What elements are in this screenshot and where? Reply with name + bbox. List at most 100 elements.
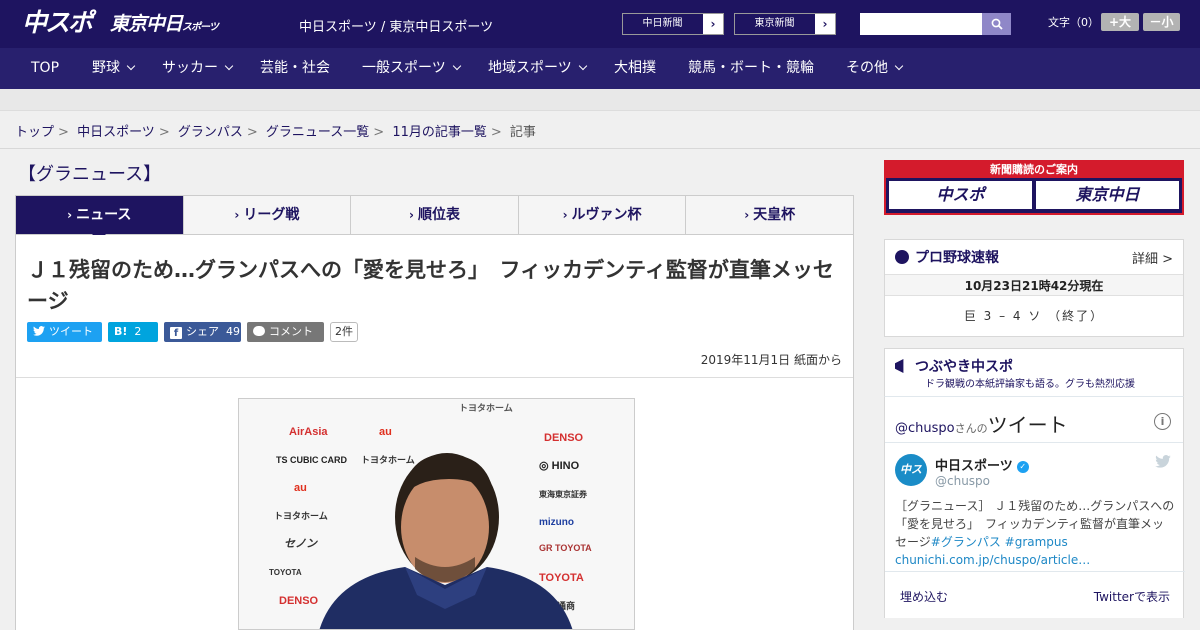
comment-count[interactable]: 2件: [330, 322, 358, 342]
subscription-logos: 中スポ 東京中日: [886, 178, 1182, 212]
subscription-banner-title: 新聞購読のご案内: [886, 162, 1182, 178]
comment-label: コメント: [269, 325, 313, 338]
nav-sub-strip: [0, 89, 1200, 111]
chunichi-shimbun-button[interactable]: 中日新聞 ›: [622, 13, 724, 35]
press-conference-photo: AirAsia au トヨタホーム DENSO ◎ HINO TS CUBIC …: [239, 399, 634, 629]
svg-text:au: au: [294, 482, 307, 494]
nav-item-sumo[interactable]: 大相撲: [614, 48, 656, 89]
tokyo-chunichi-logo[interactable]: 東京中日スポーツ: [110, 9, 219, 39]
nav-item-local-sports[interactable]: 地域スポーツ: [488, 48, 587, 89]
breadcrumb-current: 記事: [509, 125, 536, 140]
tab-emperors-cup[interactable]: › 天皇杯: [686, 196, 853, 234]
tweet-hashtag-grampus[interactable]: #grampus: [1005, 535, 1068, 549]
svg-text:mizuno: mizuno: [539, 517, 574, 528]
font-smaller-button[interactable]: －小: [1143, 13, 1180, 31]
breadcrumb-divider: [0, 148, 1200, 149]
chevron-down-icon: [126, 61, 136, 71]
share-count: 49: [226, 325, 240, 338]
subscription-banner[interactable]: 新聞購読のご案内 中スポ 東京中日: [884, 160, 1184, 215]
nav-item-baseball[interactable]: 野球: [92, 48, 136, 89]
breadcrumb-top[interactable]: トップ: [15, 125, 54, 140]
nav-item-soccer[interactable]: サッカー: [162, 48, 234, 89]
tab-standings[interactable]: › 順位表: [351, 196, 519, 234]
search-button[interactable]: [982, 13, 1011, 35]
verified-badge-icon: ✓: [1016, 460, 1029, 473]
chevron-right-icon: ›: [409, 208, 414, 222]
breadcrumb-grampus[interactable]: グランパス: [178, 125, 243, 140]
article-dateline: 2019年11月1日 紙面から: [700, 353, 842, 367]
chuspo-subscribe-logo[interactable]: 中スポ: [889, 181, 1032, 209]
chevron-down-icon: [224, 61, 234, 71]
nav-item-entertainment[interactable]: 芸能・社会: [260, 48, 330, 89]
twitter-bird-icon[interactable]: [1155, 455, 1171, 468]
breadcrumb-gra-news-list[interactable]: グラニュース一覧: [266, 125, 369, 140]
chevron-down-icon: [894, 61, 904, 71]
baseball-panel-header: プロ野球速報 詳細 >: [885, 240, 1183, 274]
info-icon[interactable]: i: [1154, 413, 1171, 430]
svg-text:AirAsia: AirAsia: [289, 426, 328, 438]
nav-item-label: 一般スポーツ: [362, 60, 446, 76]
font-size-label: 文字（0）: [1048, 16, 1099, 29]
breadcrumb: トップ > 中日スポーツ > グランパス > グラニュース一覧 > 11月の記事一覧 > …: [15, 121, 536, 140]
article-photo[interactable]: AirAsia au トヨタホーム DENSO ◎ HINO TS CUBIC …: [238, 398, 635, 630]
breadcrumb-separator: >: [246, 125, 258, 140]
view-on-twitter-link[interactable]: Twitterで表示: [1094, 588, 1170, 605]
twitter-header-handle[interactable]: @chuspo: [895, 421, 955, 436]
breadcrumb-november-list[interactable]: 11月の記事一覧: [392, 125, 487, 140]
nav-item-general-sports[interactable]: 一般スポーツ: [362, 48, 461, 89]
svg-text:◎ HINO: ◎ HINO: [539, 460, 580, 472]
tokyo-shimbun-button[interactable]: 東京新聞 ›: [734, 13, 836, 35]
baseball-detail-link[interactable]: 詳細 >: [1132, 248, 1173, 267]
baseball-score-panel: プロ野球速報 詳細 > 10月23日21時42分現在 巨 3 – 4 ソ （終了…: [884, 239, 1184, 337]
tab-label: リーグ戦: [243, 207, 300, 223]
tsubuyaki-header: つぶやき中スポ: [885, 349, 1183, 375]
embed-link[interactable]: 埋め込む: [900, 588, 948, 605]
breadcrumb-separator: >: [373, 125, 385, 140]
share-label: シェア: [186, 325, 219, 338]
font-larger-button[interactable]: +大: [1101, 13, 1139, 31]
tokyo-chunichi-subscribe-logo[interactable]: 東京中日: [1036, 181, 1179, 209]
nav-item-top[interactable]: TOP: [31, 48, 59, 89]
twitter-header-suffix: さんの: [954, 422, 988, 435]
facebook-share-button[interactable]: f シェア 49: [164, 322, 241, 342]
score-row[interactable]: 巨 3 – 4 ソ （終了）: [885, 296, 1183, 336]
site-title[interactable]: 中日スポーツ / 東京中日スポーツ: [299, 16, 493, 35]
tweet-button[interactable]: ツイート: [27, 322, 102, 342]
tweet-hashtag-grampus-jp[interactable]: #グランパス: [931, 535, 1001, 549]
hatena-button[interactable]: B! 2: [108, 322, 158, 342]
nav-item-racing[interactable]: 競馬・ボート・競輪: [688, 48, 814, 89]
svg-text:TOYOTA: TOYOTA: [539, 572, 584, 584]
nav-item-label: その他: [846, 60, 888, 76]
breadcrumb-separator: >: [490, 125, 502, 140]
nav-item-other[interactable]: その他: [846, 48, 904, 89]
chunichi-shimbun-label: 中日新聞: [623, 14, 703, 34]
tab-label: 順位表: [417, 207, 460, 223]
tab-levain-cup[interactable]: › ルヴァン杯: [519, 196, 687, 234]
nav-item-label: 大相撲: [614, 60, 656, 76]
comment-button[interactable]: コメント: [247, 322, 324, 342]
tab-news[interactable]: › ニュース: [16, 196, 184, 241]
search-bar: [860, 13, 1011, 35]
hatena-count: 2: [134, 325, 142, 338]
tweet-author-name[interactable]: 中日スポーツ ✓: [935, 455, 1029, 474]
tweet-author-username[interactable]: @chuspo: [935, 474, 990, 488]
svg-text:トヨタホーム: トヨタホーム: [361, 454, 415, 465]
nav-item-label: TOP: [31, 60, 60, 76]
chevron-right-icon: ›: [234, 208, 240, 222]
avatar[interactable]: 中スポ: [895, 454, 927, 508]
search-input[interactable]: [860, 13, 982, 35]
twitter-timeline-footer: 埋め込む Twitterで表示: [885, 571, 1185, 617]
tweet-link[interactable]: chunichi.com.jp/chuspo/article…: [895, 553, 1090, 567]
tab-label: ルヴァン杯: [571, 207, 642, 223]
tab-league[interactable]: › リーグ戦: [184, 196, 352, 234]
tokyo-shimbun-label: 東京新聞: [735, 14, 815, 34]
twitter-bird-icon: [33, 326, 45, 336]
svg-text:TS CUBIC CARD: TS CUBIC CARD: [276, 455, 347, 465]
tokyo-chunichi-logo-small: スポーツ: [182, 22, 219, 33]
top-header: 中スポ 東京中日スポーツ 中日スポーツ / 東京中日スポーツ 中日新聞 › 東京…: [0, 0, 1200, 48]
svg-text:セノン: セノン: [284, 538, 318, 550]
tsubuyaki-title: つぶやき中スポ: [915, 359, 1013, 375]
chuspo-logo[interactable]: 中スポ: [22, 6, 93, 40]
tweet-button-label: ツイート: [49, 325, 93, 338]
breadcrumb-chunichi-sports[interactable]: 中日スポーツ: [77, 125, 155, 140]
